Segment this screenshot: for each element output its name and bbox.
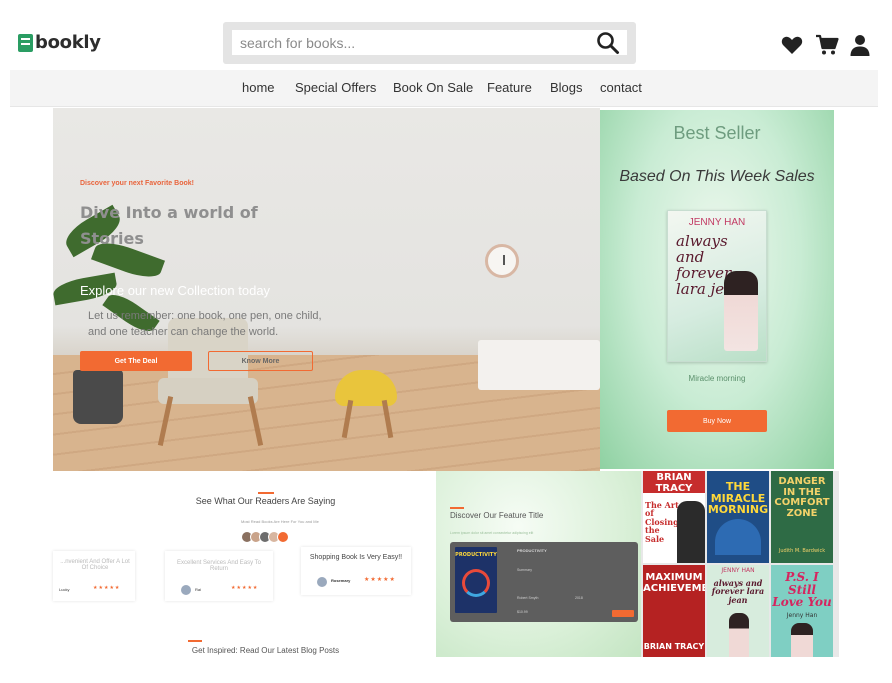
feature-card-button[interactable]	[612, 610, 634, 617]
nav-item-home[interactable]: home	[242, 80, 275, 95]
book-cover[interactable]: DANGER IN THE COMFORT ZONE Judith M. Bar…	[771, 471, 833, 563]
plant-pot	[73, 370, 123, 424]
book-cover[interactable]: BRIAN TRACY The Art of Closing the Sale	[643, 471, 705, 563]
book-author: Jenny Han	[786, 612, 818, 619]
nav-item-blogs[interactable]: Blogs	[550, 80, 583, 95]
feature-card-heading: PRODUCTIVITY	[517, 548, 547, 553]
best-seller-book-cover[interactable]: JENNY HAN always and forever lara jean	[667, 210, 767, 362]
reviews-note: Most Read Books Are Here For You and Me	[241, 519, 319, 524]
avatar-more-badge	[277, 531, 289, 543]
main-navigation: home Special Offers Book On Sale Feature…	[10, 70, 878, 107]
best-seller-subtitle: Based On This Week Sales	[619, 168, 815, 185]
clock-icon	[485, 244, 519, 278]
star-rating: ★★★★★	[231, 585, 259, 591]
feature-card-label: Summary	[517, 568, 532, 572]
feature-card-price: $10.99	[517, 610, 528, 614]
get-the-deal-button[interactable]: Get The Deal	[80, 351, 192, 371]
book-title: always and forever lara jean	[711, 578, 765, 605]
book-cover[interactable]: THE MIRACLE MORNING	[707, 471, 769, 563]
book-cover[interactable]: MAXIMUM ACHIEVEMENT BRIAN TRACY	[643, 565, 705, 657]
brand-name: bookly	[35, 32, 101, 53]
know-more-button[interactable]: Know More	[208, 351, 313, 371]
user-icon[interactable]	[848, 33, 872, 57]
book-cover[interactable]: P.S. I Still Love You Jenny Han	[771, 565, 833, 657]
book-title: P.S. I Still Love You	[772, 570, 832, 610]
section-accent-line	[188, 640, 202, 642]
feature-tiny-line: Lorem ipsum dolor sit amet consectetur a…	[450, 531, 534, 535]
gauge-icon	[462, 569, 490, 597]
cover-figure	[724, 271, 758, 351]
review-card: Excellent Services And Easy To Return Ra…	[165, 551, 273, 601]
feature-book-card: PRODUCTIVITY PRODUCTIVITY Summary Robert…	[450, 542, 638, 622]
book-author: JENNY HAN	[721, 567, 755, 574]
book-title: MAXIMUM ACHIEVEMENT	[643, 572, 705, 594]
cover-figure	[791, 623, 813, 657]
feature-title: Discover Our Feature Title	[450, 511, 544, 520]
best-seller-title: Best Seller	[673, 123, 761, 143]
armchair-seat	[158, 378, 258, 404]
hero-title: Dive Into a world of Stories	[80, 203, 258, 248]
book-cover-grid: BRIAN TRACY The Art of Closing the Sale …	[641, 471, 839, 657]
search-input[interactable]	[232, 30, 627, 55]
reviewer-name: Rosemary	[331, 578, 351, 583]
book-cover[interactable]: JENNY HAN always and forever lara jean	[707, 565, 769, 657]
reviewer-name: Rai	[195, 587, 202, 592]
side-cabinet	[478, 340, 600, 390]
cart-icon[interactable]	[815, 33, 839, 57]
nav-item-special-offers[interactable]: Special Offers	[295, 80, 376, 95]
book-author: BRIAN TRACY	[643, 642, 705, 651]
search-box	[223, 22, 636, 64]
star-rating: ★★★★★	[364, 576, 396, 583]
heart-icon[interactable]	[780, 33, 804, 57]
book-author: Judith M. Bardwick	[778, 548, 826, 554]
reviewer-name: Lucky	[59, 587, 70, 592]
hero-eyebrow: Discover your next Favorite Book!	[80, 180, 194, 187]
feature-section: Discover Our Feature Title Lorem ipsum d…	[436, 471, 641, 657]
review-text: Excellent Services And Easy To Return	[177, 560, 261, 572]
book-title: DANGER IN THE COMFORT ZONE	[774, 476, 830, 519]
feature-card-author: Robert Smyth	[517, 596, 539, 600]
book-title: THE MIRACLE MORNING	[707, 480, 769, 517]
best-seller-caption: Miracle morning	[688, 374, 746, 383]
nav-item-book-on-sale[interactable]: Book On Sale	[393, 80, 473, 95]
book-title: The Art of Closing the Sale	[645, 500, 679, 544]
cover-figure	[729, 613, 749, 657]
search-icon[interactable]	[595, 30, 621, 56]
buy-now-button[interactable]: Buy Now	[667, 410, 767, 432]
nav-item-feature[interactable]: Feature	[487, 80, 532, 95]
feature-card-year: 2018	[575, 596, 583, 600]
feature-book-title: PRODUCTIVITY	[455, 552, 497, 558]
author-photo	[677, 501, 705, 563]
hero-banner: Discover your next Favorite Book! Dive I…	[53, 108, 600, 471]
cover-art	[715, 519, 761, 555]
nav-item-contact[interactable]: contact	[600, 80, 642, 95]
review-card: ...nvenient And Offer A Lot Of Choice Lu…	[53, 551, 135, 601]
top-header: bookly	[10, 13, 878, 70]
section-accent-line	[450, 507, 464, 509]
hero-subtitle: Explore our new Collection today	[80, 283, 271, 298]
review-text: ...nvenient And Offer A Lot Of Choice	[60, 559, 130, 571]
section-accent-line	[258, 492, 274, 494]
brand-logo[interactable]: bookly	[18, 32, 101, 53]
book-icon	[18, 33, 33, 52]
avatar	[181, 585, 191, 595]
review-text: Shopping Book Is Very Easy!!	[309, 554, 403, 561]
blog-section-title: Get Inspired: Read Our Latest Blog Posts	[191, 646, 340, 655]
book-author: JENNY HAN	[688, 217, 746, 228]
avatar	[317, 577, 327, 587]
book-author: BRIAN TRACY	[655, 472, 693, 494]
reviews-title: See What Our Readers Are Saying	[195, 496, 336, 506]
star-rating: ★★★★★	[93, 585, 121, 591]
hero-paragraph: Let us remember: one book, one pen, one …	[88, 310, 322, 338]
feature-book-cover[interactable]: PRODUCTIVITY	[455, 547, 497, 613]
best-seller-panel: Best Seller Based On This Week Sales JEN…	[600, 110, 834, 469]
review-card: Shopping Book Is Very Easy!! Rosemary ★★…	[301, 547, 411, 595]
